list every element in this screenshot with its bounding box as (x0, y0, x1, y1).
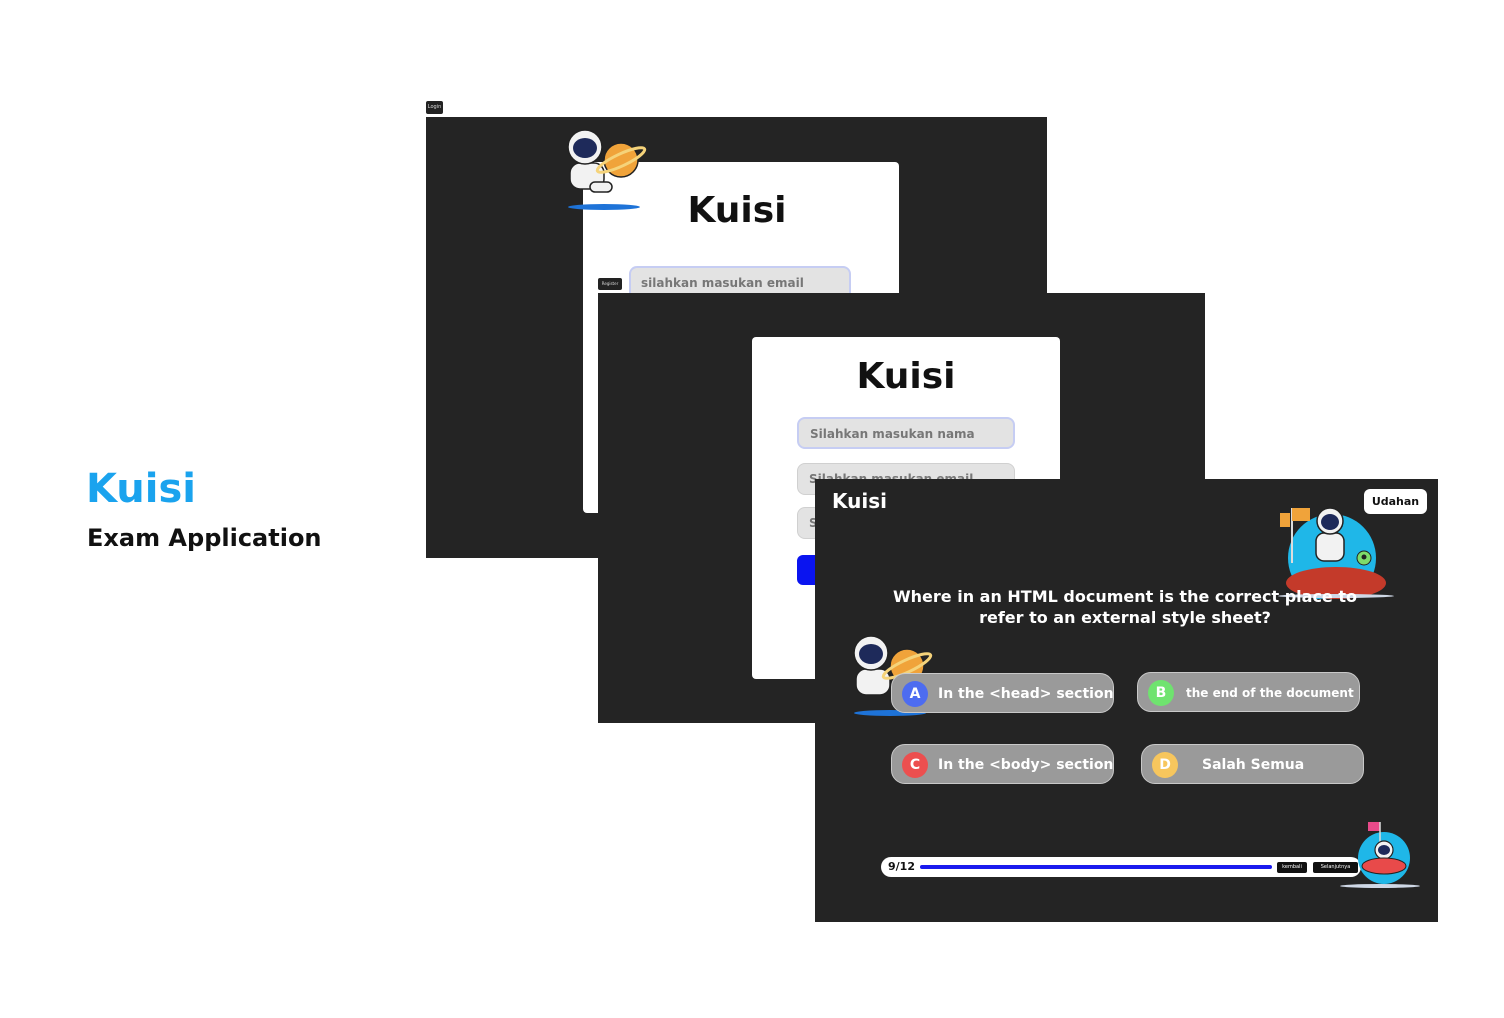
answer-option-b[interactable]: B the end of the document (1137, 672, 1360, 712)
answer-option-c[interactable]: C In the <body> section (891, 744, 1114, 784)
quiz-question: Where in an HTML document is the correct… (893, 587, 1357, 627)
progress-count: 9/12 (888, 860, 915, 873)
option-b-badge: B (1148, 680, 1174, 706)
option-a-text: In the <head> section (938, 686, 1114, 702)
quiz-logo: Kuisi (832, 489, 887, 513)
option-d-text: Salah Semua (1202, 757, 1305, 773)
register-title: Kuisi (856, 356, 956, 397)
answer-option-d[interactable]: D Salah Semua (1141, 744, 1364, 784)
register-name-input[interactable]: Silahkan masukan nama (797, 417, 1015, 449)
option-c-text: In the <body> section (938, 757, 1114, 773)
option-c-badge: C (902, 752, 928, 778)
answer-option-a[interactable]: A In the <head> section (891, 673, 1114, 713)
option-a-badge: A (902, 681, 928, 707)
progress-fill (920, 865, 1272, 869)
astronaut-planet-illustration (560, 127, 650, 212)
back-button[interactable]: kembali (1277, 862, 1307, 873)
option-b-text: the end of the document (1186, 686, 1354, 700)
option-d-badge: D (1152, 752, 1178, 778)
hero-title: Kuisi (86, 466, 196, 512)
hero-subtitle: Exam Application (87, 524, 322, 552)
register-frame-tag: Register (598, 278, 622, 290)
astronaut-ufo-illustration (1340, 820, 1422, 890)
login-frame-tag: Login (426, 101, 443, 114)
astronaut-flag-illustration (1278, 503, 1394, 599)
